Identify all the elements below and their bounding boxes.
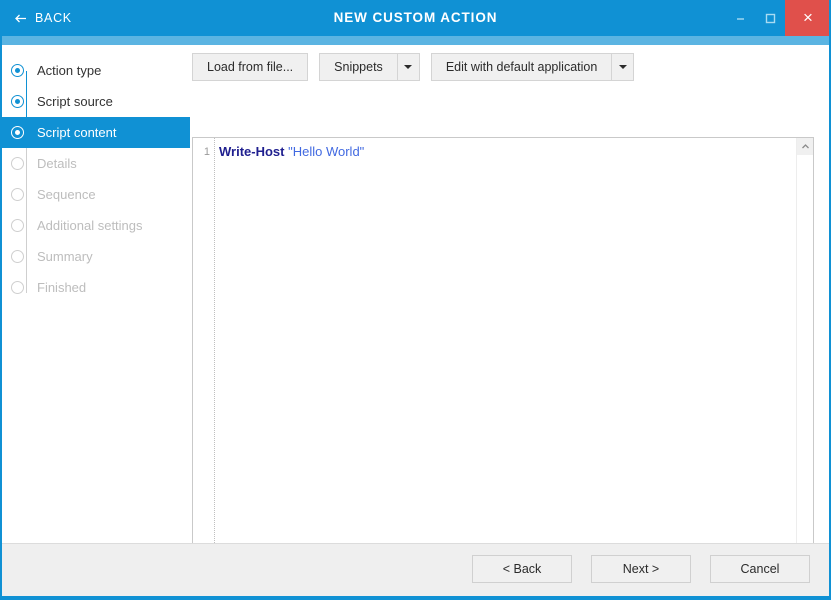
cancel-button[interactable]: Cancel	[710, 555, 810, 583]
sidebar-item-label: Additional settings	[33, 218, 143, 233]
step-marker-icon	[2, 241, 33, 272]
content-area: Action type Script source Script content…	[2, 45, 829, 596]
script-editor[interactable]: 1 Write-Host "Hello World"	[192, 137, 814, 585]
chevron-up-icon[interactable]	[797, 138, 814, 155]
footer-button-group: < Back Next > Cancel	[472, 555, 810, 583]
editor-vertical-scrollbar[interactable]	[796, 138, 813, 567]
step-marker-icon	[2, 117, 33, 148]
sidebar-item-label: Summary	[33, 249, 93, 264]
wizard-window: BACK NEW CUSTOM ACTION × Action type	[0, 0, 831, 600]
sidebar-item-finished[interactable]: Finished	[2, 272, 190, 303]
chevron-down-icon	[404, 65, 412, 69]
sidebar-item-label: Script source	[33, 94, 113, 109]
sidebar-item-details[interactable]: Details	[2, 148, 190, 179]
script-editor-surface[interactable]: 1 Write-Host "Hello World"	[193, 138, 796, 567]
edit-with-default-dropdown-button[interactable]	[611, 53, 634, 81]
sidebar-item-script-content[interactable]: Script content	[2, 117, 190, 148]
page-title: NEW CUSTOM ACTION	[0, 0, 831, 36]
step-marker-icon	[2, 148, 33, 179]
editor-toolbar: Load from file... Snippets Edit with def…	[192, 53, 634, 81]
edit-with-default-application-button[interactable]: Edit with default application	[431, 53, 611, 81]
snippets-split-button: Snippets	[319, 53, 420, 81]
step-marker-icon	[2, 272, 33, 303]
next-wizard-button[interactable]: Next >	[591, 555, 691, 583]
snippets-dropdown-button[interactable]	[397, 53, 420, 81]
snippets-button[interactable]: Snippets	[319, 53, 397, 81]
title-bar: BACK NEW CUSTOM ACTION ×	[0, 0, 831, 36]
sidebar-item-additional-settings[interactable]: Additional settings	[2, 210, 190, 241]
sidebar-item-label: Details	[33, 156, 77, 171]
sidebar-item-label: Finished	[33, 280, 86, 295]
step-marker-icon	[2, 55, 33, 86]
edit-with-default-split-button: Edit with default application	[431, 53, 634, 81]
window-controls: ×	[725, 0, 831, 36]
sidebar-item-label: Sequence	[33, 187, 96, 202]
load-from-file-button[interactable]: Load from file...	[192, 53, 308, 81]
line-number-gutter: 1	[193, 138, 215, 567]
step-marker-icon	[2, 86, 33, 117]
code-token-string: "Hello World"	[288, 144, 364, 159]
maximize-icon[interactable]	[755, 0, 785, 36]
vertical-scrollbar-track[interactable]	[797, 155, 814, 550]
sidebar-item-summary[interactable]: Summary	[2, 241, 190, 272]
step-marker-icon	[2, 210, 33, 241]
sidebar-item-label: Script content	[33, 125, 117, 140]
sidebar-item-script-source[interactable]: Script source	[2, 86, 190, 117]
code-token-command: Write-Host	[219, 144, 284, 159]
sidebar-item-label: Action type	[33, 63, 101, 78]
sidebar-item-action-type[interactable]: Action type	[2, 55, 190, 86]
wizard-footer: < Back Next > Cancel	[2, 543, 829, 596]
chevron-down-icon	[619, 65, 627, 69]
minimize-icon[interactable]	[725, 0, 755, 36]
title-underbar	[0, 36, 831, 45]
script-code-text[interactable]: Write-Host "Hello World"	[219, 143, 796, 161]
step-marker-icon	[2, 179, 33, 210]
back-wizard-button[interactable]: < Back	[472, 555, 572, 583]
close-button[interactable]: ×	[785, 0, 831, 36]
wizard-steps-sidebar: Action type Script source Script content…	[2, 45, 190, 542]
sidebar-item-sequence[interactable]: Sequence	[2, 179, 190, 210]
line-number: 1	[193, 143, 214, 161]
